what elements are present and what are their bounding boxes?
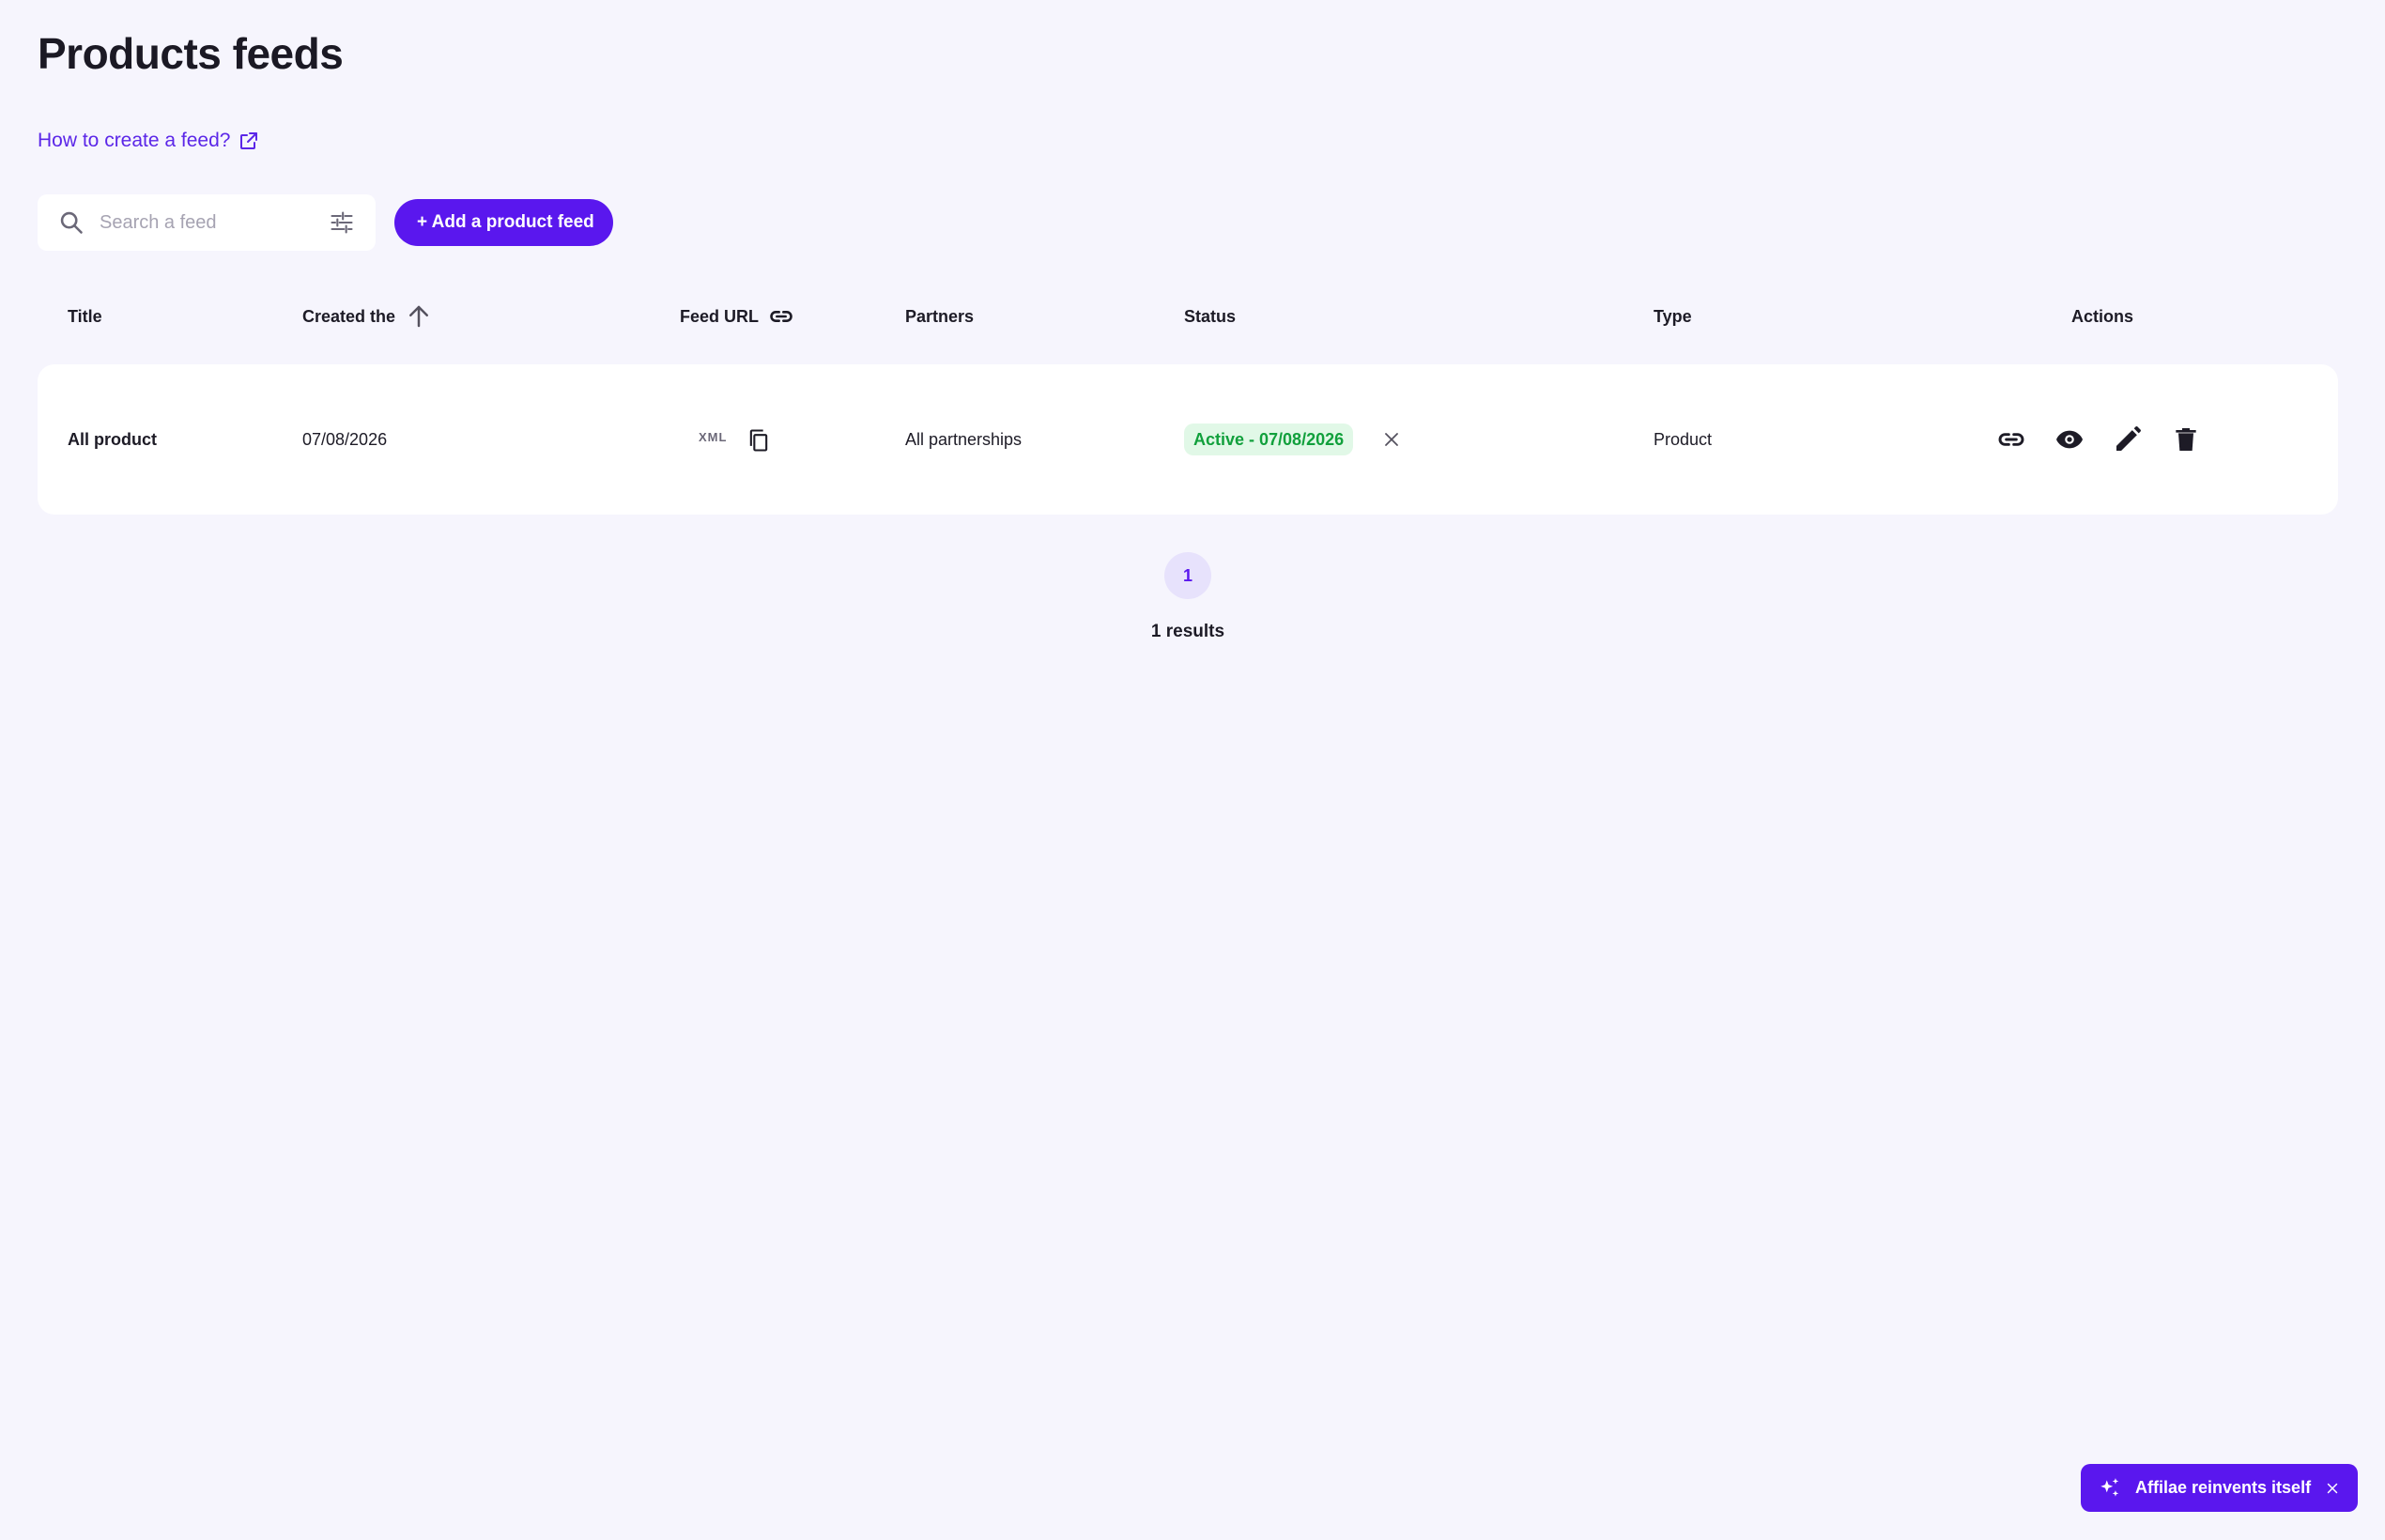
search-box <box>38 194 376 251</box>
search-input[interactable] <box>100 211 306 234</box>
promo-text: Affilae reinvents itself <box>2135 1478 2312 1497</box>
column-header-type: Type <box>1654 306 1692 327</box>
column-header-title: Title <box>68 306 102 327</box>
edit-pencil-icon[interactable] <box>2113 424 2143 454</box>
column-header-feed-url: Feed URL <box>680 306 794 327</box>
link-icon[interactable] <box>1996 424 2026 454</box>
column-header-actions: Actions <box>2071 306 2133 327</box>
column-header-created[interactable]: Created the <box>302 305 433 328</box>
results-count: 1 results <box>1150 622 1225 641</box>
search-icon <box>60 211 83 234</box>
feed-format-label: XML <box>699 430 728 444</box>
column-status-label: Status <box>1184 306 1237 326</box>
column-title-label: Title <box>68 306 102 326</box>
sparkle-icon <box>2100 1477 2119 1497</box>
page-title: Products feeds <box>38 29 344 78</box>
copy-icon[interactable] <box>746 427 772 454</box>
column-type-label: Type <box>1654 306 1692 326</box>
column-feed-url-label: Feed URL <box>680 306 760 326</box>
external-link-icon <box>240 132 258 149</box>
row-created-date: 07/08/2026 <box>302 429 388 449</box>
column-header-partners: Partners <box>905 306 974 327</box>
products-feeds-page: Products feeds How to create a feed? + A… <box>0 0 2385 1540</box>
pagination-page-button[interactable]: 1 <box>1164 552 1211 599</box>
row-type: Product <box>1654 429 1713 449</box>
link-icon <box>770 311 792 322</box>
row-title: All product <box>68 429 157 449</box>
close-icon[interactable] <box>1380 428 1403 451</box>
add-product-feed-button[interactable]: + Add a product feed <box>394 199 613 246</box>
add-product-feed-label: + Add a product feed <box>417 212 594 232</box>
how-to-create-feed-link[interactable]: How to create a feed? <box>38 130 260 152</box>
status-badge: Active - 07/08/2026 <box>1184 424 1354 455</box>
sort-arrow-up-icon[interactable] <box>405 302 433 331</box>
eye-icon[interactable] <box>2054 424 2085 454</box>
column-partners-label: Partners <box>905 306 975 326</box>
row-partners: All partnerships <box>905 429 1023 449</box>
promo-banner[interactable]: Affilae reinvents itself <box>2081 1464 2358 1512</box>
help-link-label: How to create a feed? <box>38 130 231 151</box>
column-actions-label: Actions <box>2071 306 2134 326</box>
filter-icon[interactable] <box>329 209 355 236</box>
close-icon[interactable] <box>2324 1480 2341 1497</box>
column-created-label: Created the <box>302 306 396 326</box>
column-header-status: Status <box>1184 306 1236 327</box>
trash-icon[interactable] <box>2171 424 2201 454</box>
